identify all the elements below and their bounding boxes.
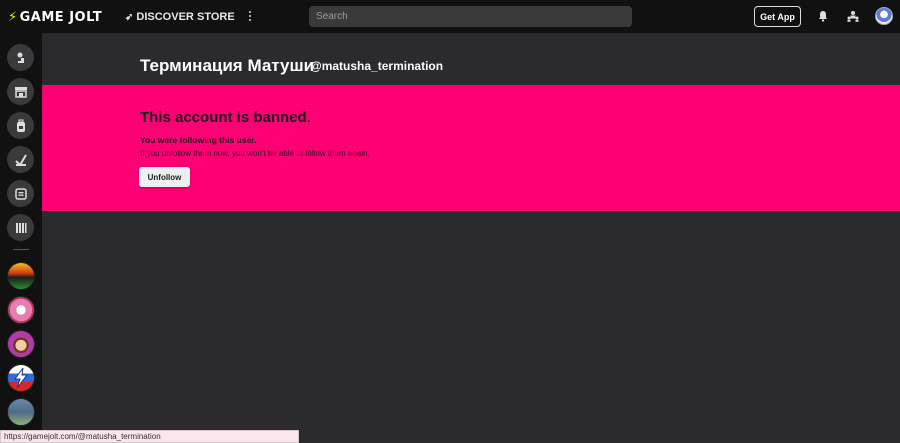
profile-username[interactable]: @matusha_termination	[310, 59, 443, 73]
banned-following-text: You were following this user.	[140, 135, 257, 145]
backpack-icon[interactable]	[7, 112, 34, 139]
banned-banner: This account is banned. You were followi…	[42, 85, 900, 211]
nav-discover-label: DISCOVER	[136, 11, 194, 23]
banned-note-text: If you unfollow them now, you won't be a…	[140, 149, 370, 158]
browser-status-bar: https://gamejolt.com/@matusha_terminatio…	[0, 430, 299, 443]
community-avatar-2[interactable]	[7, 296, 35, 324]
bell-icon[interactable]	[817, 10, 829, 22]
friends-icon[interactable]	[846, 10, 860, 22]
nav-store[interactable]: STORE	[197, 11, 235, 23]
home-icon[interactable]	[7, 44, 34, 71]
gamejolt-logo[interactable]: ⚡ GAME JOLT	[8, 10, 102, 25]
store-icon[interactable]	[7, 78, 34, 105]
more-menu-icon[interactable]	[246, 9, 254, 23]
library-icon[interactable]	[7, 214, 34, 241]
sidebar-divider	[13, 249, 29, 250]
bolt-icon	[14, 367, 29, 389]
left-sidebar	[0, 33, 42, 443]
logo-text: GAME JOLT	[19, 10, 103, 25]
unfollow-button[interactable]: Unfollow	[139, 167, 190, 187]
profile-display-name: Терминация Матуши	[140, 56, 315, 75]
bolt-icon: ⚡	[8, 10, 18, 25]
get-app-button[interactable]: Get App	[754, 6, 801, 27]
community-avatar-3[interactable]	[7, 330, 35, 358]
banned-title: This account is banned.	[140, 109, 311, 126]
top-navbar: ⚡ GAME JOLT ➶ DISCOVER STORE Search Get …	[0, 0, 900, 33]
nav-discover[interactable]: ➶ DISCOVER	[125, 11, 194, 23]
creator-icon[interactable]	[7, 180, 34, 207]
profile-header: Терминация Матуши @matusha_termination	[42, 33, 900, 85]
community-avatar-5[interactable]	[7, 398, 35, 426]
quests-icon[interactable]	[7, 146, 34, 173]
user-avatar[interactable]	[875, 7, 893, 25]
community-avatar-1[interactable]	[7, 262, 35, 290]
search-input[interactable]: Search	[309, 6, 632, 27]
community-avatar-4[interactable]	[7, 364, 35, 392]
compass-icon: ➶	[125, 11, 134, 23]
